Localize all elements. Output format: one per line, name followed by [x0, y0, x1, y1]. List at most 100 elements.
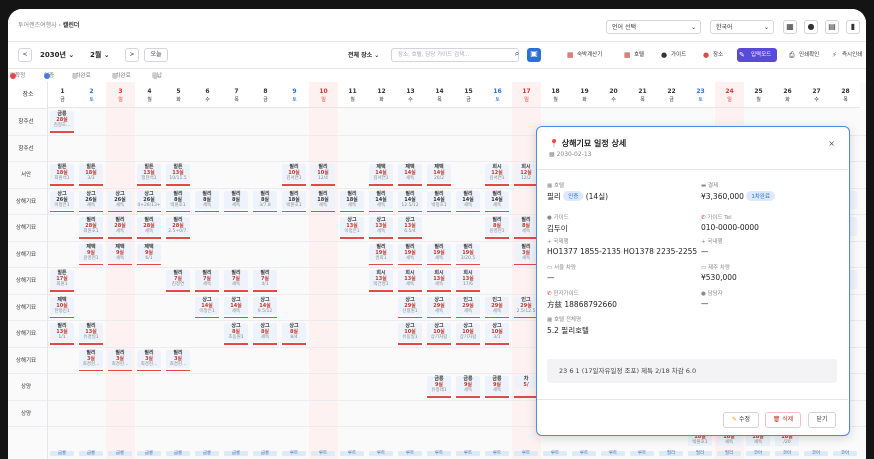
schedule-cell[interactable]: 필리 3실 최경현... — [79, 349, 103, 369]
schedule-cell[interactable]: 인그 29실 2.5/12.5 — [514, 296, 538, 316]
schedule-cell[interactable]: 상그 26실 세독 — [108, 190, 132, 210]
bottom-chip[interactable]: 금룡 — [108, 451, 132, 456]
next-month-button[interactable]: > — [125, 48, 139, 62]
schedule-cell[interactable]: 힐튼 13실 10/11.5 — [166, 164, 190, 183]
filter-icon[interactable]: ▣ — [527, 48, 541, 62]
schedule-cell[interactable]: 필리 13실 유경일1 — [79, 323, 103, 342]
schedule-cell[interactable]: 필리 14실 세독 — [456, 190, 480, 210]
bottom-chip[interactable]: 코아 — [746, 451, 770, 456]
grid-icon[interactable]: ▤ — [825, 20, 839, 34]
bottom-chip[interactable]: 필리 — [717, 451, 741, 456]
bottom-chip[interactable]: 금룡 — [50, 451, 74, 456]
schedule-cell[interactable]: 인그 29실 세독 — [456, 296, 480, 316]
day-header[interactable]: 7목 — [222, 82, 251, 108]
bottom-chip[interactable]: 금룡 — [79, 451, 103, 456]
day-header[interactable]: 1금 — [48, 82, 77, 108]
schedule-cell[interactable]: 희시 13실 세독 — [398, 270, 422, 289]
day-header[interactable]: 24 일 — [715, 82, 744, 108]
day-header[interactable]: 18 월 — [541, 82, 570, 108]
day-header[interactable]: 17 일 — [512, 82, 541, 108]
schedule-cell[interactable]: 상그 14실 세독 — [224, 296, 248, 316]
schedule-cell[interactable]: 필리 19실 세독 — [398, 243, 422, 263]
schedule-cell[interactable]: 상그 13실 6.5/4 — [398, 217, 422, 236]
schedule-cell[interactable]: 희시 12실 김서연1 — [485, 164, 509, 183]
schedule-cell[interactable]: 필리 3실 최경현... — [166, 349, 190, 369]
schedule-cell[interactable]: 상그 10실 상기자람 — [456, 323, 480, 342]
schedule-cell[interactable]: 금룡 28실 김정호... — [50, 111, 74, 130]
day-header[interactable]: 22 금 — [657, 82, 686, 108]
schedule-cell[interactable]: 상그 8실 조동원1 — [224, 323, 248, 342]
schedule-cell[interactable]: 제택 14실 20/2 — [427, 164, 451, 183]
bottom-chip[interactable]: 금룡 — [137, 451, 161, 456]
schedule-cell[interactable]: 필리 10실 12/4 — [311, 164, 335, 183]
schedule-cell[interactable]: 필리 19실 3/20.5 — [456, 243, 480, 263]
edit-button[interactable]: ✎ 수정 — [723, 412, 759, 428]
day-header[interactable]: 28 목 — [831, 82, 860, 108]
schedule-cell[interactable]: 금룡 9실 세독 — [456, 376, 480, 395]
schedule-cell[interactable]: 상그 8실 8/4 — [282, 323, 306, 342]
schedule-cell[interactable]: 상그 29실 세독 — [427, 296, 451, 316]
schedule-cell[interactable]: 제택 10실 한정민1 — [50, 296, 74, 316]
schedule-cell[interactable]: 제택 9실 6/1 — [137, 243, 161, 263]
schedule-cell[interactable]: 필리 7실 김정연 — [166, 270, 190, 289]
schedule-cell[interactable]: 제택 14실 세독 — [398, 164, 422, 183]
day-header[interactable]: 27 수 — [802, 82, 831, 108]
schedule-cell[interactable]: 상그 26실 이정은1 — [50, 190, 74, 210]
bottom-chip[interactable]: 루트 — [514, 451, 538, 456]
prev-month-button[interactable]: < — [18, 48, 32, 62]
breadcrumb-parent[interactable]: 투어렌즈여행사 › — [18, 22, 61, 29]
schedule-cell[interactable]: 희시 12실 12/2 — [514, 164, 538, 183]
book-icon[interactable]: ▮ — [846, 20, 860, 34]
toolbar-guide-button[interactable]: ● 가이드 — [659, 48, 686, 62]
language-select[interactable]: 언어 선택 ⌄ — [606, 20, 701, 34]
schedule-cell[interactable]: 필리 8실 세독 — [514, 217, 538, 236]
day-header[interactable]: 10 일 — [309, 82, 338, 108]
language-value-select[interactable]: 한국어 ⌄ — [710, 20, 774, 34]
bottom-chip[interactable]: 금룡 — [253, 451, 277, 456]
schedule-cell[interactable]: 희시 13실 세독 — [427, 270, 451, 289]
schedule-cell[interactable]: 상그 13실 이정은1 — [340, 217, 364, 236]
day-header[interactable]: 23 토 — [686, 82, 715, 108]
schedule-cell[interactable]: 필리 7실 세독 — [224, 270, 248, 289]
schedule-cell[interactable]: 상그 8실 세독 — [253, 323, 277, 342]
bottom-chip[interactable]: 루트 — [543, 451, 567, 456]
day-header[interactable]: 16 토 — [483, 82, 512, 108]
day-header[interactable]: 26 화 — [773, 82, 802, 108]
month-select[interactable]: 2월 ⌄ — [90, 50, 110, 60]
day-header[interactable]: 21 목 — [628, 82, 657, 108]
bottom-chip[interactable]: 루트 — [311, 451, 335, 456]
schedule-cell[interactable]: 필리 8실 박원호1 — [166, 190, 190, 210]
schedule-cell[interactable]: 필리 28실 2.5+0/7. — [166, 217, 190, 236]
delete-button[interactable]: 🗑 삭제 — [765, 412, 801, 428]
day-header[interactable]: 8금 — [251, 82, 280, 108]
bottom-chip[interactable]: 코아 — [833, 451, 857, 456]
schedule-cell[interactable]: 필리 8실 3/7.8 — [253, 190, 277, 210]
schedule-cell[interactable]: 필리 28실 세독 — [108, 217, 132, 236]
schedule-cell[interactable]: 제택 9실 세독 — [108, 243, 132, 263]
schedule-cell[interactable]: 상그 10실 유동일1 — [398, 323, 422, 342]
bottom-chip[interactable]: 루트 — [485, 451, 509, 456]
day-header[interactable]: 14 목 — [425, 82, 454, 108]
schedule-cell[interactable]: 상그 26실 4+26/13+ — [137, 190, 161, 210]
schedule-cell[interactable]: 필리 8실 세독 — [195, 190, 219, 210]
schedule-cell[interactable]: 상그 10실 상기자람 — [427, 323, 451, 342]
close-icon[interactable]: × — [828, 139, 835, 148]
schedule-cell[interactable]: 필리 28실 최원호1 — [79, 217, 103, 236]
day-header[interactable]: 4월 — [135, 82, 164, 108]
bottom-chip[interactable]: 루트 — [572, 451, 596, 456]
toolbar-pencil-button[interactable]: ✎ 입력모드 — [737, 48, 778, 62]
day-header[interactable]: 6수 — [193, 82, 222, 108]
schedule-cell[interactable]: 필리 8실 윤영현1 — [485, 217, 509, 236]
bottom-chip[interactable]: 루트 — [601, 451, 625, 456]
bottom-chip[interactable]: 루트 — [630, 451, 654, 456]
toolbar-print-button[interactable]: ⎙ 인쇄확인 — [787, 48, 819, 62]
user-icon[interactable]: ● — [804, 20, 818, 34]
year-select[interactable]: 2030년 ⌄ — [40, 50, 74, 60]
bottom-chip[interactable]: 루트 — [340, 451, 364, 456]
schedule-cell[interactable]: 필리 19실 권희1 — [369, 243, 393, 263]
schedule-cell[interactable]: 필리 14실 12.5/12 — [398, 190, 422, 210]
bottom-chip[interactable]: 코아 — [775, 451, 799, 456]
scope-select[interactable]: 전체 장소 ⌄ — [348, 50, 379, 59]
day-header[interactable]: 12 화 — [367, 82, 396, 108]
schedule-cell[interactable]: 상그 10실 3/1 — [485, 323, 509, 342]
